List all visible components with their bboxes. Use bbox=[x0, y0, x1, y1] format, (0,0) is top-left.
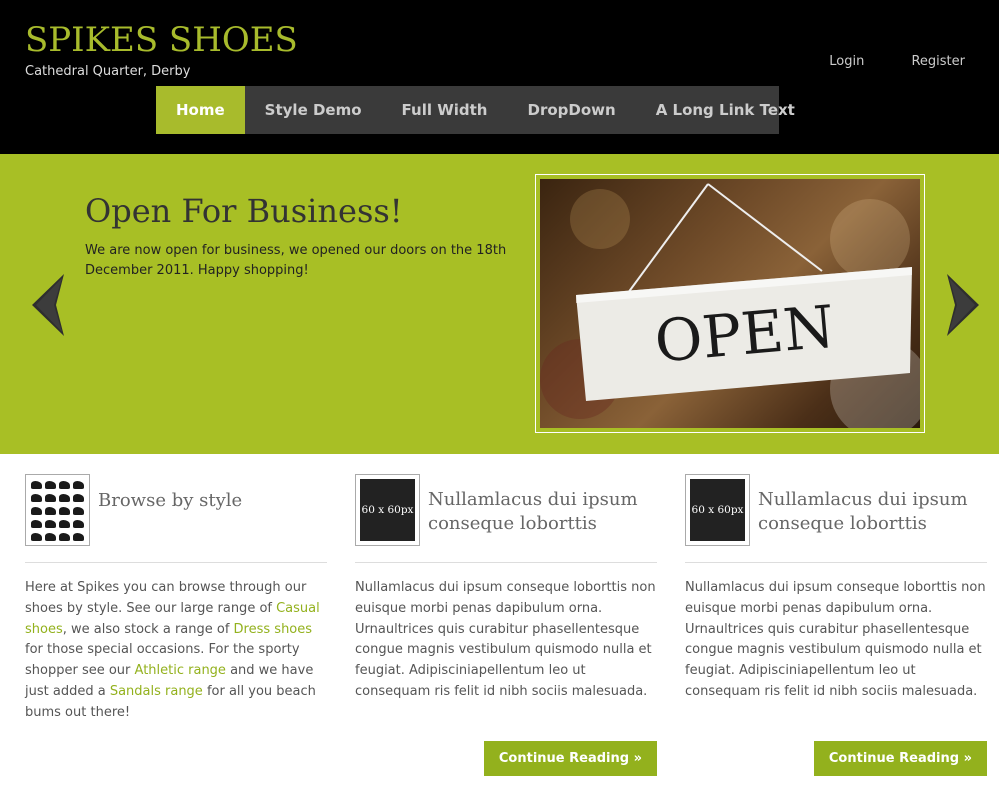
continue-reading-button[interactable]: Continue Reading » bbox=[483, 741, 657, 776]
nav-item-dropdown[interactable]: DropDown bbox=[508, 86, 636, 134]
main-nav: Home Style Demo Full Width DropDown A Lo… bbox=[156, 86, 795, 134]
register-link[interactable]: Register bbox=[911, 54, 965, 69]
athletic-range-link[interactable]: Athletic range bbox=[135, 663, 226, 678]
open-sign-photo: OPEN bbox=[540, 179, 920, 428]
shoe-grid-thumbnail[interactable] bbox=[25, 474, 90, 546]
continue-reading-button[interactable]: Continue Reading » bbox=[813, 741, 987, 776]
divider bbox=[25, 562, 327, 563]
placeholder-thumbnail[interactable]: 60 x 60px bbox=[355, 474, 420, 546]
nav-item-full-width[interactable]: Full Width bbox=[382, 86, 508, 134]
divider bbox=[355, 562, 657, 563]
column-text: Here at Spikes you can browse through ou… bbox=[25, 580, 320, 720]
nav-item-style-demo[interactable]: Style Demo bbox=[245, 86, 382, 134]
login-link[interactable]: Login bbox=[829, 54, 864, 69]
slide-title: Open For Business! bbox=[85, 192, 403, 230]
dress-shoes-link[interactable]: Dress shoes bbox=[234, 622, 312, 637]
divider bbox=[685, 562, 987, 563]
column-text: Nullamlacus dui ipsum conseque loborttis… bbox=[355, 580, 656, 699]
placeholder-thumbnail[interactable]: 60 x 60px bbox=[685, 474, 750, 546]
placeholder-label: 60 x 60px bbox=[690, 479, 745, 541]
site-title[interactable]: SPIKES SHOES bbox=[25, 20, 298, 60]
chevron-right-icon[interactable] bbox=[943, 272, 983, 338]
site-subtitle: Cathedral Quarter, Derby bbox=[25, 64, 191, 79]
placeholder-label: 60 x 60px bbox=[360, 479, 415, 541]
slide-image[interactable]: OPEN bbox=[535, 174, 925, 433]
column-title: Nullamlacus dui ipsum conseque loborttis bbox=[758, 489, 968, 534]
shoe-grid-image bbox=[30, 479, 85, 541]
site-header: SPIKES SHOES Cathedral Quarter, Derby Lo… bbox=[0, 0, 999, 154]
sandals-range-link[interactable]: Sandals range bbox=[110, 684, 203, 699]
column-text: Nullamlacus dui ipsum conseque loborttis… bbox=[685, 580, 986, 699]
featured-slider: Open For Business! We are now open for b… bbox=[0, 154, 999, 454]
account-links: Login Register bbox=[786, 54, 965, 69]
nav-item-long-link[interactable]: A Long Link Text bbox=[636, 86, 815, 134]
nav-item-home[interactable]: Home bbox=[156, 86, 245, 134]
column-title: Nullamlacus dui ipsum conseque loborttis bbox=[428, 489, 638, 534]
slide-text: We are now open for business, we opened … bbox=[85, 243, 507, 278]
chevron-left-icon[interactable] bbox=[28, 272, 68, 338]
column-title: Browse by style bbox=[98, 490, 243, 511]
